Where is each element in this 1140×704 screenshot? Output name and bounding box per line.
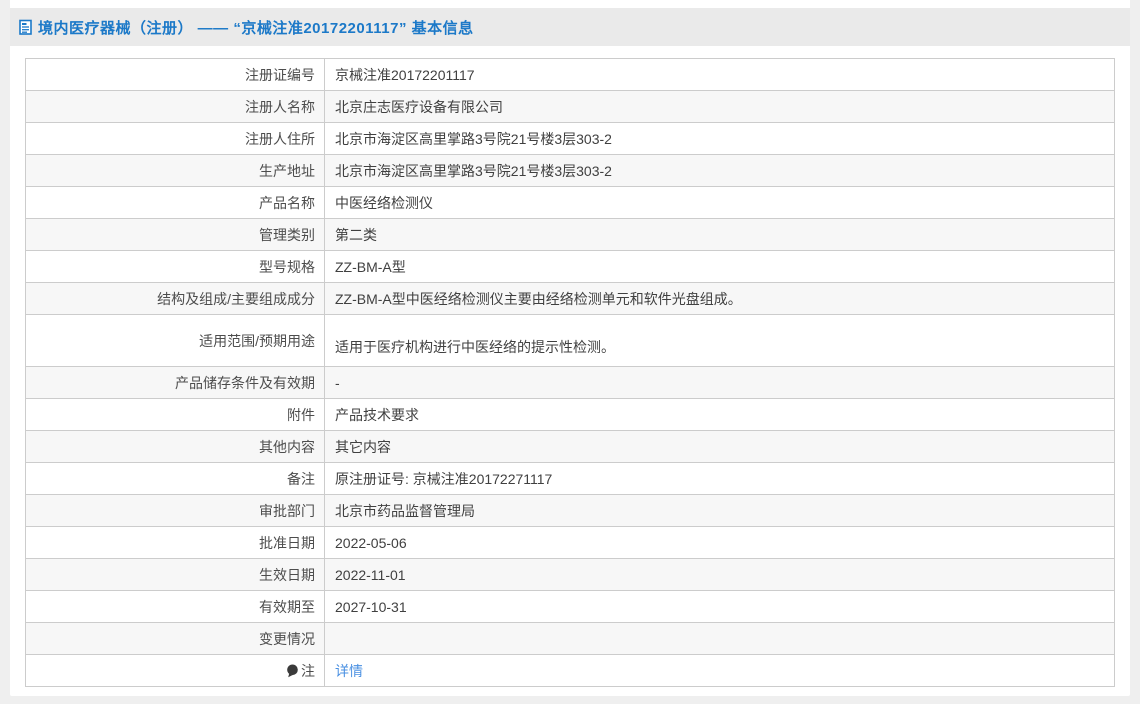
row-value: 北京庄志医疗设备有限公司 xyxy=(324,90,1115,123)
row-value: 适用于医疗机构进行中医经络的提示性检测。 xyxy=(324,314,1115,367)
table-row: 型号规格 ZZ-BM-A型 xyxy=(25,250,1115,283)
row-label: 型号规格 xyxy=(25,250,325,283)
row-value: 2027-10-31 xyxy=(324,590,1115,623)
table-row: 产品储存条件及有效期 - xyxy=(25,366,1115,399)
row-value: 原注册证号: 京械注准20172271117 xyxy=(324,462,1115,495)
table-row: 生产地址 北京市海淀区高里掌路3号院21号楼3层303-2 xyxy=(25,154,1115,187)
table-row: 适用范围/预期用途 适用于医疗机构进行中医经络的提示性检测。 xyxy=(25,314,1115,367)
row-value: 第二类 xyxy=(324,218,1115,251)
row-value: 其它内容 xyxy=(324,430,1115,463)
row-label: 注册证编号 xyxy=(25,58,325,91)
row-value: 北京市海淀区高里掌路3号院21号楼3层303-2 xyxy=(324,122,1115,155)
table-row: 批准日期 2022-05-06 xyxy=(25,526,1115,559)
page-header: 境内医疗器械（注册） —— “京械注准20172201117” 基本信息 xyxy=(10,8,1130,46)
row-label: 注 xyxy=(25,654,325,687)
row-value: 京械注准20172201117 xyxy=(324,58,1115,91)
table-row: 有效期至 2027-10-31 xyxy=(25,590,1115,623)
row-label: 管理类别 xyxy=(25,218,325,251)
table-row: 管理类别 第二类 xyxy=(25,218,1115,251)
table-row: 结构及组成/主要组成成分 ZZ-BM-A型中医经络检测仪主要由经络检测单元和软件… xyxy=(25,282,1115,315)
registration-info-table: 注册证编号 京械注准20172201117 注册人名称 北京庄志医疗设备有限公司… xyxy=(25,58,1115,687)
document-icon xyxy=(18,19,34,36)
detail-link[interactable]: 详情 xyxy=(335,663,363,679)
table-row: 产品名称 中医经络检测仪 xyxy=(25,186,1115,219)
content-panel: 境内医疗器械（注册） —— “京械注准20172201117” 基本信息 注册证… xyxy=(10,0,1130,696)
info-table-wrapper: 注册证编号 京械注准20172201117 注册人名称 北京庄志医疗设备有限公司… xyxy=(25,58,1115,687)
page-title: 境内医疗器械（注册） —— “京械注准20172201117” 基本信息 xyxy=(38,19,474,37)
row-label: 备注 xyxy=(25,462,325,495)
table-row: 备注 原注册证号: 京械注准20172271117 xyxy=(25,462,1115,495)
row-value: 产品技术要求 xyxy=(324,398,1115,431)
row-value: 详情 xyxy=(324,654,1115,687)
table-row: 审批部门 北京市药品监督管理局 xyxy=(25,494,1115,527)
row-label: 其他内容 xyxy=(25,430,325,463)
row-label: 生产地址 xyxy=(25,154,325,187)
row-label: 附件 xyxy=(25,398,325,431)
row-label: 有效期至 xyxy=(25,590,325,623)
row-value: 北京市海淀区高里掌路3号院21号楼3层303-2 xyxy=(324,154,1115,187)
balloon-icon xyxy=(286,664,299,681)
row-label: 产品名称 xyxy=(25,186,325,219)
row-label: 批准日期 xyxy=(25,526,325,559)
row-label: 审批部门 xyxy=(25,494,325,527)
row-label: 产品储存条件及有效期 xyxy=(25,366,325,399)
row-value: 北京市药品监督管理局 xyxy=(324,494,1115,527)
row-label: 注册人名称 xyxy=(25,90,325,123)
row-label: 生效日期 xyxy=(25,558,325,591)
table-row: 生效日期 2022-11-01 xyxy=(25,558,1115,591)
row-value: 中医经络检测仪 xyxy=(324,186,1115,219)
row-value: 2022-05-06 xyxy=(324,526,1115,559)
row-label: 变更情况 xyxy=(25,622,325,655)
table-row: 注册人名称 北京庄志医疗设备有限公司 xyxy=(25,90,1115,123)
row-value xyxy=(324,622,1115,655)
row-value: ZZ-BM-A型中医经络检测仪主要由经络检测单元和软件光盘组成。 xyxy=(324,282,1115,315)
table-row: 注 详情 xyxy=(25,654,1115,687)
row-value: 2022-11-01 xyxy=(324,558,1115,591)
table-row: 注册证编号 京械注准20172201117 xyxy=(25,58,1115,91)
table-row: 注册人住所 北京市海淀区高里掌路3号院21号楼3层303-2 xyxy=(25,122,1115,155)
row-label-text: 注 xyxy=(301,662,315,679)
table-row: 变更情况 xyxy=(25,622,1115,655)
row-value: - xyxy=(324,366,1115,399)
row-label: 注册人住所 xyxy=(25,122,325,155)
row-label: 结构及组成/主要组成成分 xyxy=(25,282,325,315)
table-row: 附件 产品技术要求 xyxy=(25,398,1115,431)
row-value: ZZ-BM-A型 xyxy=(324,250,1115,283)
table-row: 其他内容 其它内容 xyxy=(25,430,1115,463)
row-label: 适用范围/预期用途 xyxy=(25,314,325,367)
